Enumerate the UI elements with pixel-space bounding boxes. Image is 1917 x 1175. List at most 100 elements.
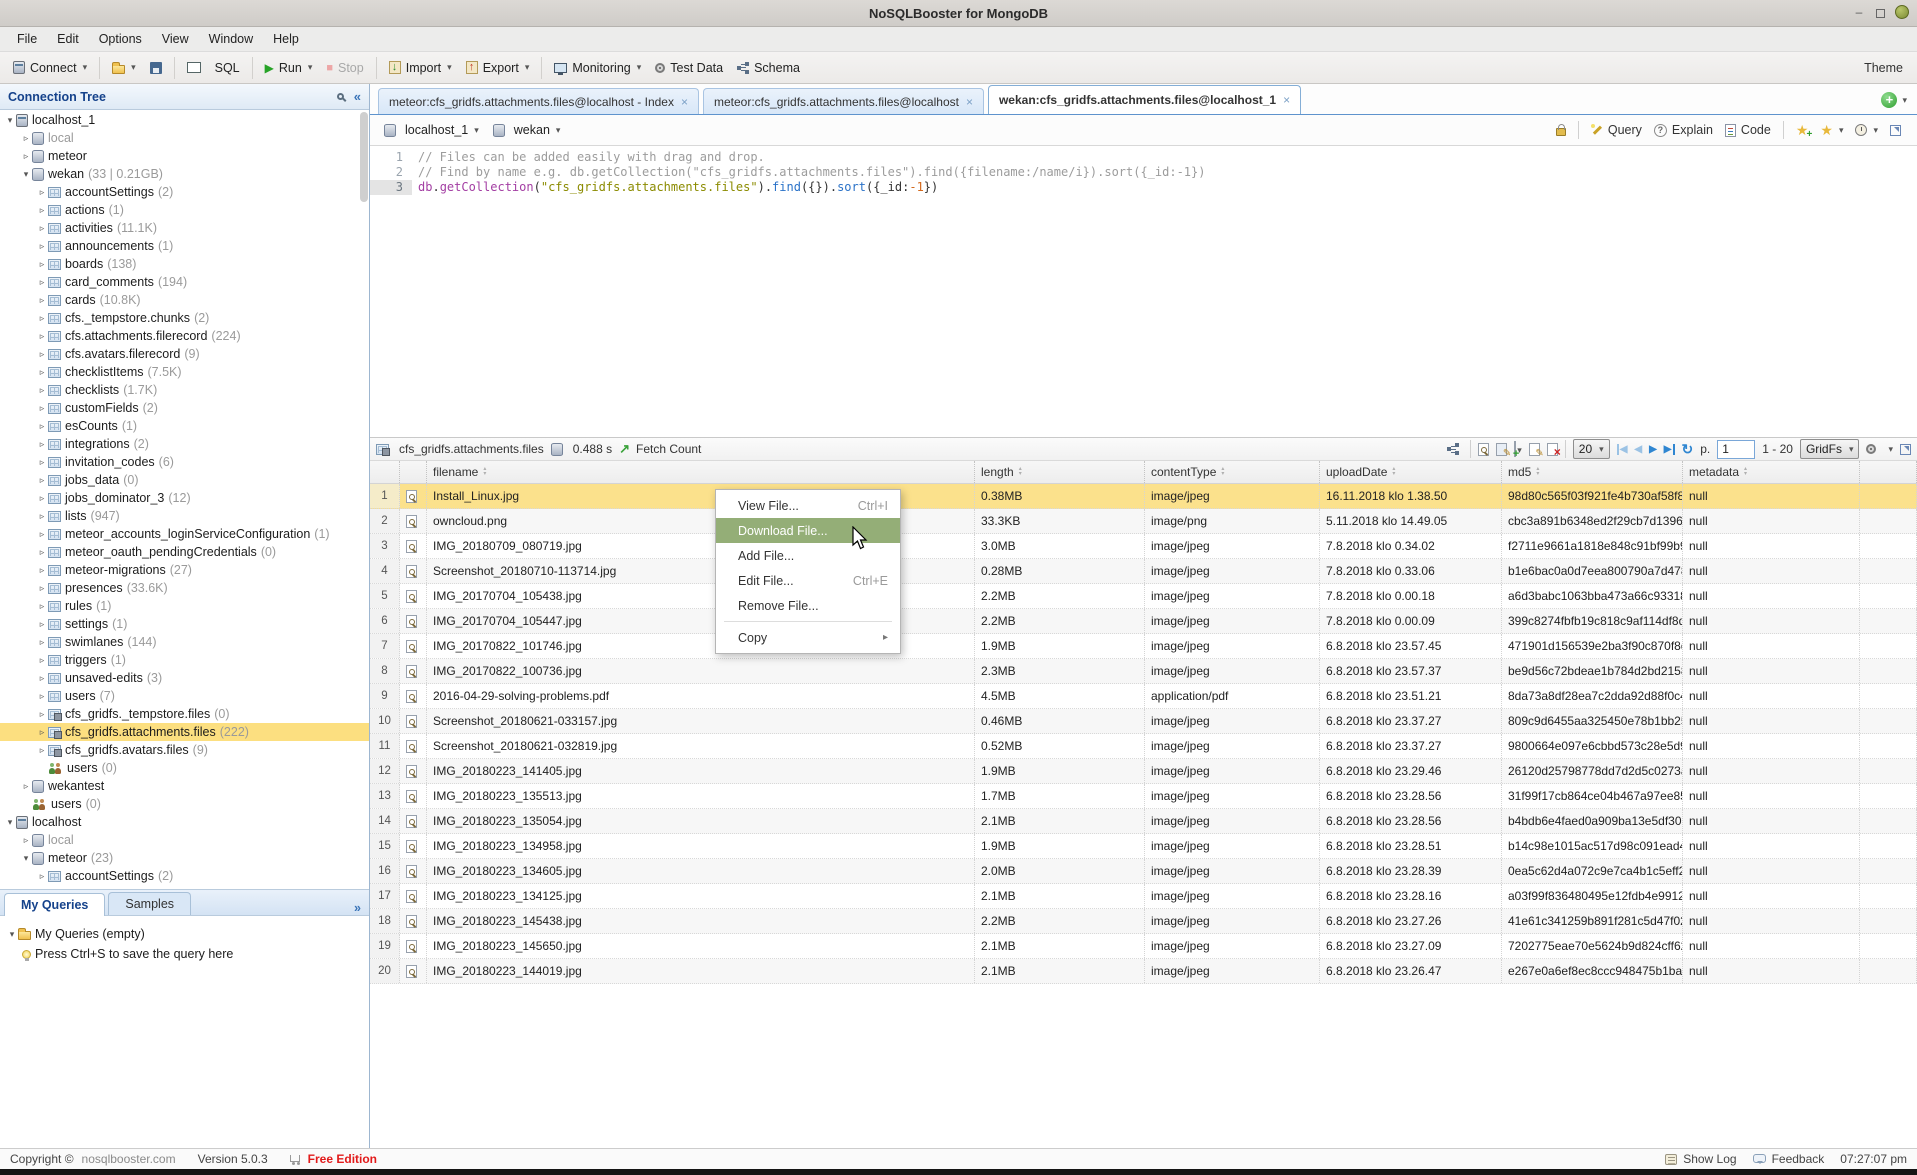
shell-button[interactable]: [180, 58, 208, 77]
refresh-icon[interactable]: ↻: [1682, 442, 1694, 456]
column-header-contentType[interactable]: contentType: [1145, 461, 1320, 483]
twisty-closed-icon[interactable]: ▹: [36, 529, 48, 540]
table-row[interactable]: 14IMG_20180223_135054.jpg2.1MBimage/jpeg…: [370, 809, 1917, 834]
twisty-closed-icon[interactable]: ▹: [36, 475, 48, 486]
view-file-icon[interactable]: [406, 690, 417, 703]
query-editor[interactable]: 123 // Files can be added easily with dr…: [370, 146, 1917, 437]
twisty-closed-icon[interactable]: ▹: [36, 619, 48, 630]
tree-item-local[interactable]: ▹local: [0, 831, 369, 849]
close-button[interactable]: [1895, 5, 1909, 19]
tree-item-accountsettings[interactable]: ▹accountSettings(2): [0, 867, 369, 885]
twisty-closed-icon[interactable]: ▹: [36, 403, 48, 414]
minimize-button[interactable]: –: [1852, 5, 1866, 19]
theme-button[interactable]: Theme: [1864, 61, 1903, 75]
sidebar-tab-samples[interactable]: Samples: [108, 892, 191, 915]
twisty-closed-icon[interactable]: ▹: [36, 673, 48, 684]
close-icon[interactable]: ×: [966, 95, 973, 109]
twisty-closed-icon[interactable]: ▹: [20, 781, 32, 792]
view-file-icon[interactable]: [406, 765, 417, 778]
table-row[interactable]: 15IMG_20180223_134958.jpg1.9MBimage/jpeg…: [370, 834, 1917, 859]
twisty-closed-icon[interactable]: ▹: [20, 835, 32, 846]
twisty-closed-icon[interactable]: ▹: [36, 295, 48, 306]
delete-document-icon[interactable]: [1547, 443, 1558, 456]
tree-item-checklistitems[interactable]: ▹checklistItems(7.5K): [0, 363, 369, 381]
twisty-closed-icon[interactable]: ▹: [36, 691, 48, 702]
fetch-count-button[interactable]: ↗ Fetch Count: [619, 441, 701, 457]
twisty-closed-icon[interactable]: ▹: [36, 871, 48, 882]
view-file-icon[interactable]: [406, 940, 417, 953]
context-menu-item-add-file[interactable]: Add File...: [716, 543, 900, 568]
twisty-closed-icon[interactable]: ▹: [36, 745, 48, 756]
twisty-open-icon[interactable]: ▾: [4, 115, 16, 126]
stop-button[interactable]: ■Stop: [319, 57, 370, 79]
expand-panel-icon[interactable]: »: [354, 901, 361, 915]
view-file-icon[interactable]: [406, 715, 417, 728]
new-tab-button[interactable]: +▾: [1881, 92, 1907, 108]
tree-item-cfs-attachments-filerecord[interactable]: ▹cfs.attachments.filerecord(224): [0, 327, 369, 345]
prev-page-button[interactable]: ◀: [1634, 444, 1642, 455]
update-in-place-icon[interactable]: [1496, 443, 1507, 456]
view-file-icon[interactable]: [406, 965, 417, 978]
view-mode-select[interactable]: GridFs▾: [1800, 439, 1860, 459]
tree-item-invitation-codes[interactable]: ▹invitation_codes(6): [0, 453, 369, 471]
twisty-closed-icon[interactable]: ▹: [36, 583, 48, 594]
maximize-editor-button[interactable]: [1890, 125, 1901, 136]
tree-item-cfs-avatars-filerecord[interactable]: ▹cfs.avatars.filerecord(9): [0, 345, 369, 363]
collapse-sidebar-icon[interactable]: «: [354, 89, 361, 104]
twisty-closed-icon[interactable]: ▹: [36, 349, 48, 360]
connect-button[interactable]: Connect▾: [6, 57, 94, 79]
column-header-metadata[interactable]: metadata: [1683, 461, 1860, 483]
context-menu-item-view-file[interactable]: View File...Ctrl+I: [716, 493, 900, 518]
code-button[interactable]: Code: [1725, 123, 1771, 137]
tree-item-users[interactable]: ▹users(7): [0, 687, 369, 705]
tree-item-rules[interactable]: ▹rules(1): [0, 597, 369, 615]
twisty-closed-icon[interactable]: ▹: [36, 601, 48, 612]
tree-item-meteor[interactable]: ▾meteor(23): [0, 849, 369, 867]
twisty-closed-icon[interactable]: ▹: [36, 205, 48, 216]
table-row[interactable]: 3IMG_20180709_080719.jpg3.0MBimage/jpeg7…: [370, 534, 1917, 559]
page-size-select[interactable]: 20▾: [1573, 439, 1610, 459]
export-button[interactable]: Export▾: [459, 57, 537, 79]
search-icon[interactable]: [337, 93, 344, 100]
tree-item-lists[interactable]: ▹lists(947): [0, 507, 369, 525]
table-row[interactable]: 13IMG_20180223_135513.jpg1.7MBimage/jpeg…: [370, 784, 1917, 809]
tree-item-settings[interactable]: ▹settings(1): [0, 615, 369, 633]
tree-item-jobs-dominator-3[interactable]: ▹jobs_dominator_3(12): [0, 489, 369, 507]
table-row[interactable]: 2owncloud.png33.3KBimage/png5.11.2018 kl…: [370, 509, 1917, 534]
show-log-button[interactable]: Show Log: [1665, 1152, 1736, 1166]
editor-code[interactable]: // Files can be added easily with drag a…: [418, 150, 1917, 195]
twisty-closed-icon[interactable]: ▹: [20, 151, 32, 162]
twisty-closed-icon[interactable]: ▹: [36, 331, 48, 342]
table-row[interactable]: 20IMG_20180223_144019.jpg2.1MBimage/jpeg…: [370, 959, 1917, 984]
testdata-button[interactable]: Test Data: [648, 57, 730, 79]
twisty-closed-icon[interactable]: ▹: [36, 565, 48, 576]
last-page-button[interactable]: ▶: [1664, 444, 1675, 455]
sidebar-tab-my-queries[interactable]: My Queries: [4, 893, 105, 916]
free-edition-label[interactable]: Free Edition: [308, 1152, 377, 1166]
tree-item-accountsettings[interactable]: ▹accountSettings(2): [0, 183, 369, 201]
run-button[interactable]: ▶Run▾: [258, 57, 320, 79]
tree-item-cfs-gridfs-attachments-files[interactable]: ▹cfs_gridfs.attachments.files(222): [0, 723, 369, 741]
page-number-input[interactable]: 1: [1717, 440, 1755, 459]
tree-item-cfs-gridfs-tempstore-files[interactable]: ▹cfs_gridfs._tempstore.files(0): [0, 705, 369, 723]
favorites-button[interactable]: ★▾: [1820, 124, 1843, 137]
sidebar-scrollbar[interactable]: [360, 112, 368, 202]
connection-selector[interactable]: localhost_1 ▾: [380, 121, 483, 139]
menu-edit[interactable]: Edit: [48, 29, 88, 49]
tab-meteor-cfs-gridfs-attachments-files-localhost[interactable]: meteor:cfs_gridfs.attachments.files@loca…: [703, 88, 984, 114]
tree-item-localhost[interactable]: ▾localhost: [0, 813, 369, 831]
add-document-button[interactable]: ▾: [1514, 442, 1522, 456]
tree-item-card-comments[interactable]: ▹card_comments(194): [0, 273, 369, 291]
next-page-button[interactable]: ▶: [1649, 444, 1657, 455]
twisty-closed-icon[interactable]: ▹: [36, 187, 48, 198]
table-row[interactable]: 12IMG_20180223_141405.jpg1.9MBimage/jpeg…: [370, 759, 1917, 784]
twisty-closed-icon[interactable]: ▹: [36, 511, 48, 522]
column-header-filename[interactable]: filename: [427, 461, 975, 483]
column-header-length[interactable]: length: [975, 461, 1145, 483]
twisty-closed-icon[interactable]: ▹: [36, 385, 48, 396]
open-button[interactable]: ▾: [105, 58, 143, 78]
twisty-closed-icon[interactable]: ▹: [36, 223, 48, 234]
chevron-down-icon[interactable]: ▾: [1888, 444, 1893, 455]
tree-item-jobs-data[interactable]: ▹jobs_data(0): [0, 471, 369, 489]
twisty-closed-icon[interactable]: ▹: [36, 241, 48, 252]
